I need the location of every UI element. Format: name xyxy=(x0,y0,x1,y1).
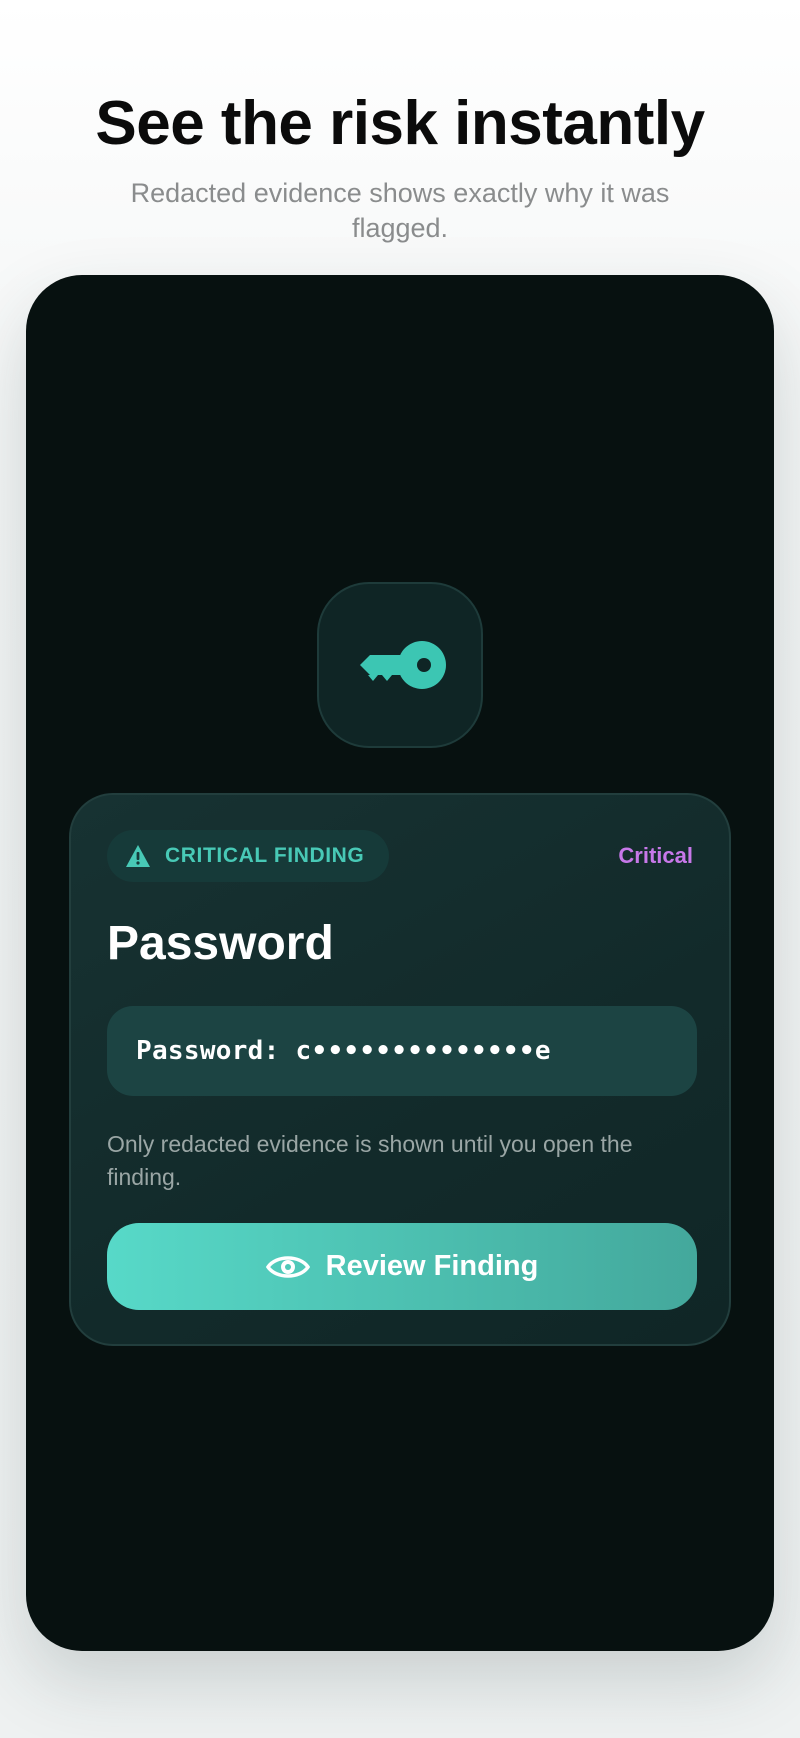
headline: See the risk instantly xyxy=(95,89,705,158)
warning-triangle-icon xyxy=(126,845,150,867)
evidence-box: Password: c••••••••••••••e xyxy=(107,1006,697,1096)
severity-label: Critical xyxy=(618,843,693,868)
app-icon-tile xyxy=(317,582,483,748)
finding-card[interactable]: CRITICAL FINDING Critical Password Passw… xyxy=(69,793,731,1346)
badge-label: CRITICAL FINDING xyxy=(165,844,365,867)
finding-title: Password xyxy=(107,917,334,970)
evidence-text: Password: c••••••••••••••e xyxy=(136,1036,551,1066)
critical-finding-badge: CRITICAL FINDING xyxy=(107,830,389,882)
review-finding-button[interactable]: Review Finding xyxy=(107,1223,697,1310)
subtitle: Redacted evidence shows exactly why it w… xyxy=(130,178,670,243)
key-icon xyxy=(360,641,446,689)
eye-icon xyxy=(265,1255,310,1278)
redaction-note: Only redacted evidence is shown until yo… xyxy=(107,1131,633,1190)
review-finding-label: Review Finding xyxy=(325,1250,539,1282)
